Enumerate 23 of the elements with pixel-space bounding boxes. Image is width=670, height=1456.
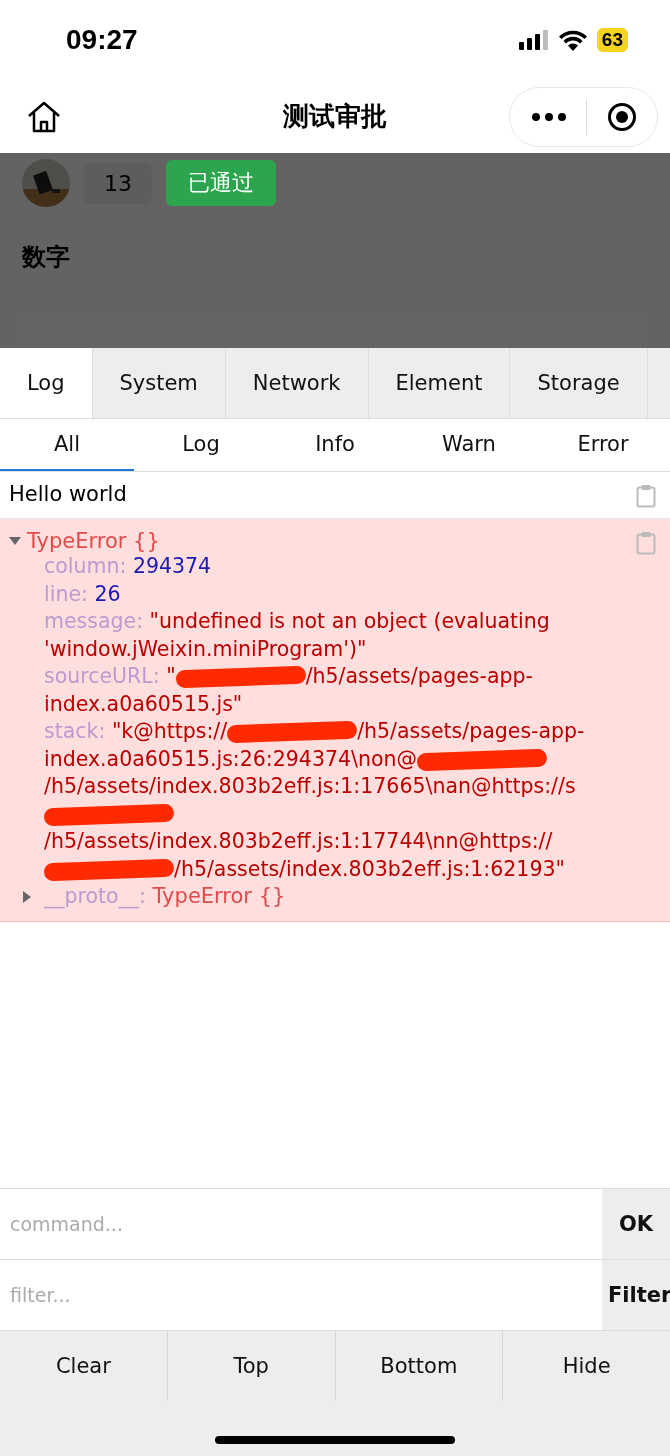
property-line: column: 294374 bbox=[44, 553, 213, 580]
caret-icon[interactable] bbox=[9, 535, 21, 547]
clipboard-icon[interactable] bbox=[636, 484, 656, 508]
battery-level: 63 bbox=[596, 28, 628, 52]
status-time: 09:27 bbox=[66, 24, 138, 56]
property-line: message: "undefined is not an object (evaluating 'window.jWeixin.miniProgram')" bbox=[44, 608, 551, 663]
property-line: sourceURL: " /h5/assets/pages-app-index.a0a60515.js" bbox=[44, 663, 534, 718]
property-line: stack: "k@https:// /h5/assets/pages-app-index.a0a60515.js:26:294374\non@ /h5/assets/index.803b2eff.js:1:17665\nan@https://s /h5/assets/index.803b2eff.js:1:17744\nn@https:// /h5/assets/index.803b2eff.js:1:62193" bbox=[44, 718, 586, 883]
property-line: line: 26 bbox=[44, 580, 122, 608]
count-chip: 13 bbox=[84, 162, 152, 204]
home-icon[interactable] bbox=[26, 99, 62, 134]
status-badge: 已通过 bbox=[166, 160, 276, 206]
section-heading: 数字 bbox=[22, 242, 71, 273]
ok-button[interactable]: OK bbox=[602, 1189, 670, 1259]
caret-icon[interactable] bbox=[21, 890, 33, 903]
signal-icon bbox=[518, 30, 549, 50]
clipboard-icon[interactable] bbox=[636, 531, 656, 555]
console-tab[interactable]: Log bbox=[0, 348, 93, 418]
more-icon[interactable] bbox=[532, 112, 566, 121]
page-title: 测试审批 bbox=[282, 100, 388, 133]
close-target-icon[interactable] bbox=[607, 101, 637, 132]
wifi-icon bbox=[558, 29, 587, 51]
log-message: Hello world bbox=[9, 482, 128, 506]
